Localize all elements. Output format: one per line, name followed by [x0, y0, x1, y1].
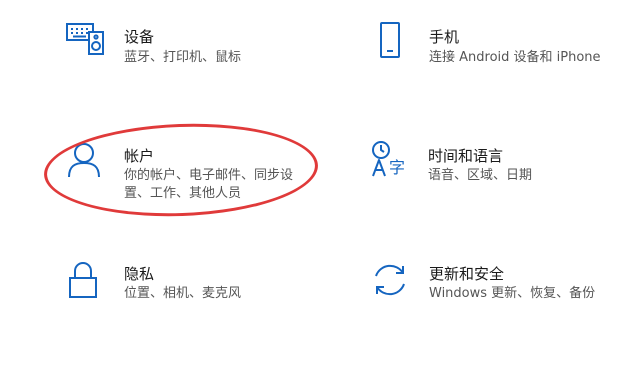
tile-title: 帐户 [124, 147, 155, 165]
tile-accounts[interactable]: 帐户 你的帐户、电子邮件、同步设 置、工作、其他人员 [60, 140, 310, 210]
tile-description: 连接 Android 设备和 iPhone [429, 50, 601, 65]
tile-description: 你的帐户、电子邮件、同步设 [124, 168, 294, 183]
person-icon [66, 142, 102, 178]
tile-update-security[interactable]: 更新和安全 Windows 更新、恢复、备份 [370, 258, 630, 318]
tile-phone[interactable]: 手机 连接 Android 设备和 iPhone [370, 18, 630, 78]
tile-description-line2: 置、工作、其他人员 [124, 186, 242, 201]
tile-title: 时间和语言 [428, 147, 504, 165]
tile-description: Windows 更新、恢复、备份 [429, 286, 596, 301]
phone-icon [379, 22, 401, 58]
tile-description: 蓝牙、打印机、鼠标 [124, 50, 242, 65]
sync-icon [371, 261, 409, 299]
tile-description: 语音、区域、日期 [428, 168, 533, 183]
tile-description: 位置、相机、麦克风 [124, 286, 242, 301]
tile-devices[interactable]: 设备 蓝牙、打印机、鼠标 [60, 18, 290, 78]
tile-title: 隐私 [124, 265, 155, 283]
svg-text:字: 字 [389, 158, 405, 177]
tile-privacy[interactable]: 隐私 位置、相机、麦克风 [60, 258, 290, 318]
language-icon: 字 [370, 140, 410, 180]
lock-icon [68, 261, 98, 299]
keyboard-speaker-icon [66, 22, 104, 56]
tile-title: 更新和安全 [429, 265, 505, 283]
tile-title: 手机 [429, 28, 460, 46]
tile-title: 设备 [124, 28, 155, 46]
tile-time-language[interactable]: 字 时间和语言 语音、区域、日期 [370, 140, 630, 200]
